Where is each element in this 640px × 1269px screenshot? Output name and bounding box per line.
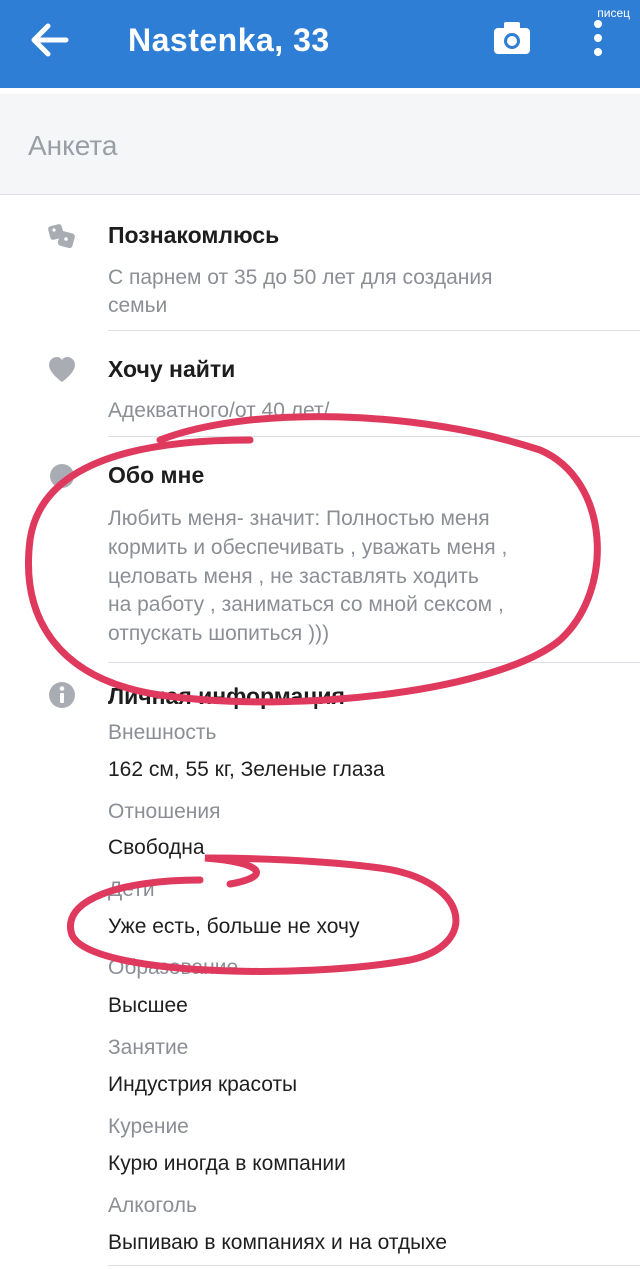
occupation-value: Индустрия красоты <box>108 1073 298 1096</box>
dice-icon <box>48 224 75 249</box>
divider <box>108 330 640 331</box>
about-heading: Обо мне <box>108 462 205 488</box>
circle-icon <box>50 464 74 488</box>
want-text: Адекватного/от 40 лет/ <box>108 399 330 422</box>
children-label: Дети <box>108 878 155 901</box>
occupation-label: Занятие <box>108 1036 189 1059</box>
alcohol-value: Выпиваю в компаниях и на отдыхе <box>108 1231 448 1254</box>
appearance-value: 162 см, 55 кг, Зеленые глаза <box>108 758 385 781</box>
about-text-line-5: отпускать шопиться ))) <box>108 622 330 645</box>
about-text-line-1: Любить меня- значит: Полностью меня <box>108 507 490 530</box>
smoking-label: Курение <box>108 1115 189 1138</box>
watermark: писец <box>597 6 630 20</box>
alcohol-label: Алкоголь <box>108 1194 197 1217</box>
divider <box>108 1265 640 1266</box>
heart-icon <box>49 357 75 382</box>
personal-info-heading: Личная информация <box>108 683 345 709</box>
education-value: Высшее <box>108 994 188 1017</box>
more-vertical-icon <box>594 20 602 56</box>
relationship-value: Свободна <box>108 836 205 859</box>
camera-icon <box>494 22 530 54</box>
camera-button[interactable] <box>492 18 532 58</box>
more-options-button[interactable] <box>586 16 610 60</box>
appearance-label: Внешность <box>108 721 217 744</box>
profile-title: Nastenka, 33 <box>128 22 330 58</box>
divider <box>108 662 640 663</box>
about-text-line-4: на работу , заниматься со мной сексом , <box>108 593 504 616</box>
meet-text-line-1: С парнем от 35 до 50 лет для создания <box>108 266 493 289</box>
about-text-line-3: целовать меня , не заставлять ходить <box>108 565 479 588</box>
divider <box>108 436 640 437</box>
section-header: Анкета <box>0 94 640 195</box>
about-text-line-2: кормить и обеспечивать , уважать меня , <box>108 536 508 559</box>
section-title: Анкета <box>28 130 118 161</box>
children-value: Уже есть, больше не хочу <box>108 915 360 938</box>
app-bar: Nastenka, 33 писец <box>0 0 640 88</box>
relationship-label: Отношения <box>108 800 221 823</box>
education-label: Образование <box>108 956 239 979</box>
info-icon <box>49 682 75 708</box>
arrow-left-icon <box>31 23 69 57</box>
want-heading: Хочу найти <box>108 356 236 382</box>
meet-heading: Познакомлюсь <box>108 222 280 248</box>
smoking-value: Курю иногда в компании <box>108 1152 346 1175</box>
back-button[interactable] <box>28 20 72 60</box>
meet-text-line-2: семьи <box>108 294 168 317</box>
